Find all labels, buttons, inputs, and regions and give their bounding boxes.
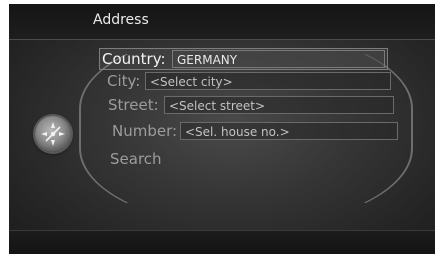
street-field[interactable]: <Select street> (164, 96, 394, 114)
search-button[interactable]: Search (110, 150, 162, 168)
city-label: City: (107, 72, 141, 90)
country-row[interactable]: Country: GERMANY (99, 48, 388, 70)
knob-arrows-icon (41, 122, 65, 146)
footer-bar (9, 230, 435, 254)
country-label: Country: (102, 50, 166, 68)
country-field[interactable]: GERMANY (172, 50, 385, 68)
page-title: Address (93, 12, 149, 28)
navigation-screen: Address Country: GERMANY City: <Select c… (9, 4, 435, 254)
city-row[interactable]: City: <Select city> (107, 71, 397, 91)
number-field[interactable]: <Sel. house no.> (180, 122, 398, 140)
street-label: Street: (108, 96, 159, 114)
number-row[interactable]: Number: <Sel. house no.> (112, 121, 402, 141)
street-row[interactable]: Street: <Select street> (108, 95, 400, 115)
rotary-knob-icon[interactable] (35, 116, 71, 152)
city-field[interactable]: <Select city> (145, 72, 391, 90)
number-label: Number: (112, 122, 178, 140)
